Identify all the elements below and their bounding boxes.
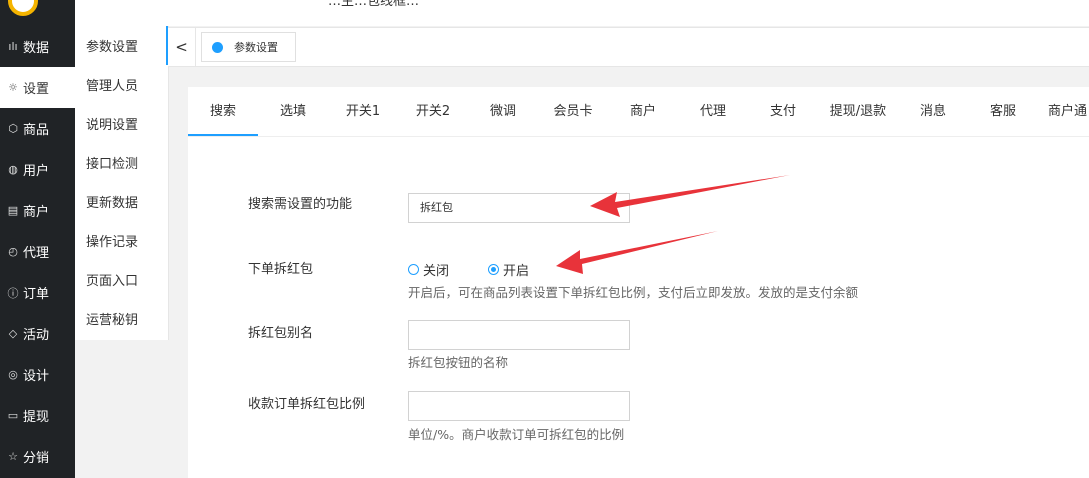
radio-checked-icon bbox=[488, 264, 499, 275]
sidebar-item-label: 提现 bbox=[23, 410, 50, 425]
shop-icon: ▤ bbox=[7, 204, 19, 217]
sidebar-item-label: 活动 bbox=[23, 328, 50, 343]
tab-customer-service[interactable]: 客服 bbox=[968, 87, 1038, 136]
radio-off-label: 关闭 bbox=[423, 264, 450, 279]
sidebar-item-distribution[interactable]: ☆ 分销 bbox=[0, 436, 75, 477]
settings-tabs: 搜索 选填 开关1 开关2 微调 会员卡 商户 代理 支付 提现/退款 消息 客… bbox=[188, 87, 1089, 137]
card-icon: ▭ bbox=[7, 409, 19, 422]
cube-icon: ⬡ bbox=[8, 122, 18, 135]
content-card: 搜索 选填 开关1 开关2 微调 会员卡 商户 代理 支付 提现/退款 消息 客… bbox=[188, 87, 1089, 478]
submenu-item-update-data[interactable]: 更新数据 bbox=[75, 182, 168, 221]
ratio-label: 收款订单拆红包比例 bbox=[248, 397, 366, 412]
sidebar-item-users[interactable]: ◍ 用户 bbox=[0, 149, 75, 190]
radio-on-label: 开启 bbox=[503, 264, 530, 279]
sidebar-item-activities[interactable]: ◇ 活动 bbox=[0, 313, 75, 354]
active-dot-icon bbox=[212, 41, 223, 53]
sidebar-item-data[interactable]: ılı 数据 bbox=[0, 26, 75, 67]
tab-params-settings[interactable]: 参数设置 bbox=[201, 32, 296, 62]
submenu-item-operation-log[interactable]: 操作记录 bbox=[75, 221, 168, 260]
sidebar-item-label: 商品 bbox=[23, 123, 50, 138]
tab-payment[interactable]: 支付 bbox=[748, 87, 818, 136]
submenu-item-api-check[interactable]: 接口检测 bbox=[75, 143, 168, 182]
ratio-help: 单位/%。商户收款订单可拆红包的比例 bbox=[408, 427, 625, 442]
search-function-label: 搜索需设置的功能 bbox=[248, 197, 353, 212]
sidebar-item-label: 设计 bbox=[23, 369, 50, 384]
alias-help: 拆红包按钮的名称 bbox=[408, 355, 509, 370]
chevron-left-icon[interactable]: < bbox=[168, 28, 196, 66]
sidebar-item-goods[interactable]: ⬡ 商品 bbox=[0, 108, 75, 149]
sidebar-item-label: 数据 bbox=[23, 41, 50, 56]
user-icon: ◍ bbox=[8, 163, 18, 176]
order-icon: ⓘ bbox=[7, 286, 19, 300]
submenu-item-admins[interactable]: 管理人员 bbox=[75, 65, 168, 104]
alias-input[interactable] bbox=[408, 320, 630, 350]
logo bbox=[8, 0, 38, 16]
submenu-item-secret-key[interactable]: 运营秘钥 bbox=[75, 299, 168, 338]
tab-messages[interactable]: 消息 bbox=[898, 87, 968, 136]
tab-fine-tune[interactable]: 微调 bbox=[468, 87, 538, 136]
gear-icon: ☼ bbox=[8, 81, 18, 94]
sidebar-item-agents[interactable]: ◴ 代理 bbox=[0, 231, 75, 272]
search-function-input[interactable]: 拆红包 bbox=[408, 193, 630, 223]
radio-off[interactable]: 关闭 bbox=[408, 260, 449, 279]
tab-search[interactable]: 搜索 bbox=[188, 87, 258, 136]
alias-label: 拆红包别名 bbox=[248, 326, 314, 341]
radio-on[interactable]: 开启 bbox=[488, 260, 529, 279]
sidebar-item-label: 订单 bbox=[23, 287, 50, 302]
radio-circle-icon bbox=[408, 264, 419, 275]
sidebar-item-orders[interactable]: ⓘ 订单 bbox=[0, 272, 75, 313]
tab-withdraw-refund[interactable]: 提现/退款 bbox=[818, 87, 898, 136]
top-header: …主…包线框… bbox=[168, 0, 1089, 26]
sidebar-item-merchants[interactable]: ▤ 商户 bbox=[0, 190, 75, 231]
clock-icon: ◴ bbox=[8, 245, 18, 258]
tab-switch-1[interactable]: 开关1 bbox=[328, 87, 398, 136]
tab-switch-2[interactable]: 开关2 bbox=[398, 87, 468, 136]
settings-submenu: 参数设置 管理人员 说明设置 接口检测 更新数据 操作记录 页面入口 运营秘钥 bbox=[75, 0, 169, 340]
submenu-item-descriptions[interactable]: 说明设置 bbox=[75, 104, 168, 143]
sidebar-item-label: 设置 bbox=[23, 82, 50, 97]
sidebar-item-withdraw[interactable]: ▭ 提现 bbox=[0, 395, 75, 436]
page-tab-label: 参数设置 bbox=[234, 41, 278, 54]
tab-member-card[interactable]: 会员卡 bbox=[538, 87, 608, 136]
submenu-item-params[interactable]: 参数设置 bbox=[75, 26, 168, 65]
submenu-item-page-entry[interactable]: 页面入口 bbox=[75, 260, 168, 299]
tab-merchant[interactable]: 商户 bbox=[608, 87, 678, 136]
sidebar-item-label: 用户 bbox=[23, 164, 50, 179]
sidebar-item-label: 分销 bbox=[23, 451, 50, 466]
design-icon: ◎ bbox=[8, 368, 18, 381]
star-icon: ☆ bbox=[8, 450, 18, 463]
page-tab-bar: < 参数设置 bbox=[168, 27, 1089, 67]
hongbao-help: 开启后，可在商品列表设置下单拆红包比例，支付后立即发放。发放的是支付余额 bbox=[408, 285, 859, 300]
main-sidebar: ılı 数据 ☼ 设置 ⬡ 商品 ◍ 用户 ▤ 商户 ◴ 代理 ⓘ 订单 ◇ 活… bbox=[0, 0, 75, 478]
page-header-title: …主…包线框… bbox=[328, 0, 420, 9]
sidebar-item-design[interactable]: ◎ 设计 bbox=[0, 354, 75, 395]
sidebar-item-settings[interactable]: ☼ 设置 bbox=[0, 67, 75, 108]
hongbao-label: 下单拆红包 bbox=[248, 262, 314, 277]
sidebar-item-label: 代理 bbox=[23, 246, 50, 261]
tag-icon: ◇ bbox=[8, 327, 18, 340]
tab-agent[interactable]: 代理 bbox=[678, 87, 748, 136]
tab-optional[interactable]: 选填 bbox=[258, 87, 328, 136]
ratio-input[interactable] bbox=[408, 391, 630, 421]
bar-chart-icon: ılı bbox=[8, 40, 18, 53]
sidebar-item-label: 商户 bbox=[23, 205, 50, 220]
tab-merchant-pass[interactable]: 商户通 bbox=[1038, 87, 1089, 136]
